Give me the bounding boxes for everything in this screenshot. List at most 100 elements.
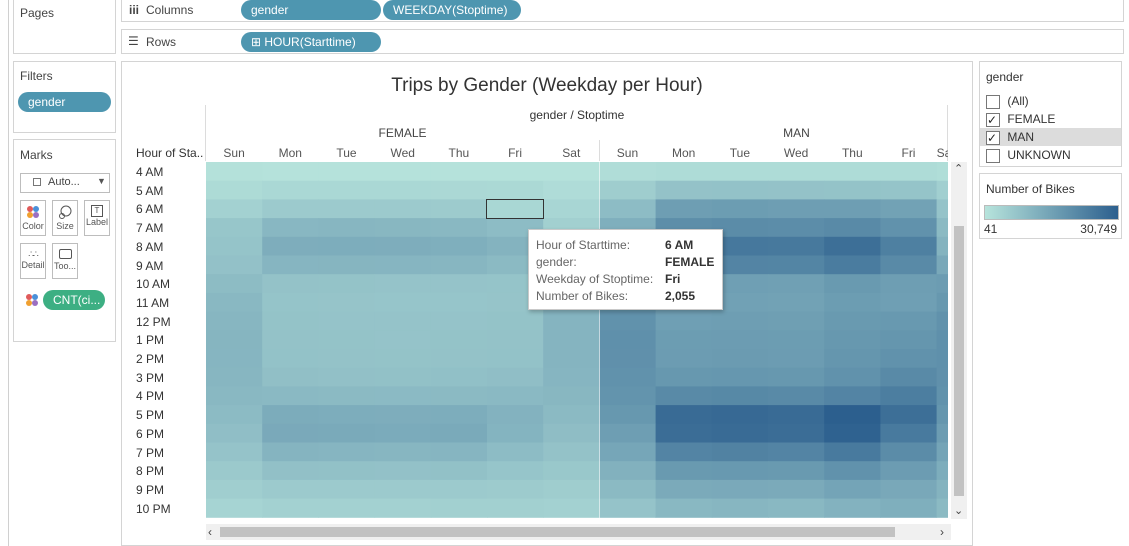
scroll-up-arrow[interactable]: ⌃	[954, 162, 963, 175]
heatmap-cell[interactable]	[430, 442, 488, 462]
heatmap-cell[interactable]	[824, 274, 881, 294]
heatmap-cell[interactable]	[768, 498, 825, 518]
columns-shelf[interactable]: iii Columns gender WEEKDAY(Stoptime)	[121, 0, 1124, 22]
heatmap-cell[interactable]	[374, 218, 432, 238]
heatmap-cell[interactable]	[768, 367, 825, 387]
heatmap-cell[interactable]	[487, 423, 544, 443]
heatmap-cell[interactable]	[936, 199, 948, 219]
vertical-scrollbar[interactable]: ⌃ ⌄	[951, 162, 967, 519]
heatmap-cell[interactable]	[430, 236, 488, 256]
heatmap-cell[interactable]	[880, 311, 938, 331]
heatmap-cell[interactable]	[880, 218, 938, 238]
heatmap-cell[interactable]	[599, 367, 657, 387]
heatmap-cell[interactable]	[824, 218, 881, 238]
heatmap-cell[interactable]	[487, 479, 544, 500]
heatmap-cell[interactable]	[599, 330, 657, 350]
marks-color-button[interactable]: Color	[20, 200, 46, 236]
heatmap-cell[interactable]	[206, 162, 263, 182]
heatmap-cell[interactable]	[374, 442, 432, 462]
heatmap-cell[interactable]	[374, 292, 432, 313]
heatmap-cell[interactable]	[936, 386, 948, 406]
heatmap[interactable]	[206, 162, 948, 519]
heatmap-cell[interactable]	[880, 199, 938, 219]
heatmap-cell[interactable]	[206, 330, 263, 350]
heatmap-cell[interactable]	[599, 311, 657, 331]
heatmap-cell[interactable]	[655, 311, 713, 331]
heatmap-cell[interactable]	[374, 461, 432, 481]
heatmap-cell[interactable]	[711, 180, 769, 200]
heatmap-cell[interactable]	[599, 461, 657, 481]
heatmap-cell[interactable]	[374, 162, 432, 182]
heatmap-cell[interactable]	[655, 386, 713, 406]
heatmap-cell[interactable]	[430, 349, 488, 369]
heatmap-cell[interactable]	[318, 386, 376, 406]
heatmap-cell[interactable]	[655, 162, 713, 182]
heatmap-cell[interactable]	[599, 386, 657, 406]
heatmap-cell[interactable]	[262, 479, 319, 500]
filter-item-all[interactable]: (All)	[980, 92, 1121, 110]
filter-item-unknown[interactable]: UNKNOWN	[980, 146, 1121, 164]
heatmap-cell[interactable]	[936, 236, 948, 256]
heatmap-cell[interactable]	[599, 442, 657, 462]
heatmap-cell[interactable]	[206, 199, 263, 219]
heatmap-cell[interactable]	[206, 498, 263, 518]
heatmap-cell[interactable]	[880, 479, 938, 500]
heatmap-cell[interactable]	[430, 498, 488, 518]
heatmap-cell[interactable]	[206, 405, 263, 425]
heatmap-cell[interactable]	[824, 255, 881, 275]
heatmap-cell[interactable]	[768, 405, 825, 425]
heatmap-cell[interactable]	[824, 442, 881, 462]
heatmap-cell[interactable]	[430, 367, 488, 387]
heatmap-cell[interactable]	[318, 330, 376, 350]
heatmap-cell[interactable]	[824, 349, 881, 369]
heatmap-cell[interactable]	[824, 386, 881, 406]
heatmap-cell[interactable]	[487, 330, 544, 350]
heatmap-cell[interactable]	[318, 479, 376, 500]
heatmap-cell[interactable]	[599, 162, 657, 182]
heatmap-cell[interactable]	[374, 330, 432, 350]
heatmap-cell[interactable]	[655, 498, 713, 518]
heatmap-cell[interactable]	[543, 349, 600, 369]
checkbox[interactable]	[986, 148, 1000, 163]
heatmap-cell[interactable]	[655, 367, 713, 387]
heatmap-cell[interactable]	[543, 423, 600, 443]
heatmap-cell[interactable]	[655, 330, 713, 350]
heatmap-cell[interactable]	[374, 498, 432, 518]
marks-detail-button[interactable]: ∴∴ Detail	[20, 243, 46, 279]
heatmap-cell[interactable]	[318, 162, 376, 182]
heatmap-cell[interactable]	[374, 386, 432, 406]
heatmap-cell[interactable]	[711, 386, 769, 406]
heatmap-cell[interactable]	[824, 292, 881, 313]
heatmap-cell[interactable]	[318, 180, 376, 200]
heatmap-cell[interactable]	[262, 442, 319, 462]
heatmap-cell[interactable]	[880, 498, 938, 518]
heatmap-cell[interactable]	[599, 498, 657, 518]
heatmap-cell[interactable]	[936, 162, 948, 182]
heatmap-cell[interactable]	[768, 330, 825, 350]
heatmap-cell[interactable]	[318, 442, 376, 462]
heatmap-cell[interactable]	[711, 442, 769, 462]
heatmap-cell[interactable]	[711, 330, 769, 350]
heatmap-cell[interactable]	[824, 461, 881, 481]
heatmap-cell[interactable]	[880, 405, 938, 425]
heatmap-cell[interactable]	[374, 367, 432, 387]
heatmap-cell[interactable]	[262, 199, 319, 219]
heatmap-cell[interactable]	[599, 180, 657, 200]
heatmap-cell[interactable]	[206, 311, 263, 331]
heatmap-cell[interactable]	[374, 423, 432, 443]
heatmap-cell[interactable]	[824, 479, 881, 500]
heatmap-cell[interactable]	[206, 180, 263, 200]
heatmap-cell[interactable]	[711, 405, 769, 425]
heatmap-cell[interactable]	[318, 218, 376, 238]
heatmap-cell[interactable]	[430, 386, 488, 406]
heatmap-cell[interactable]	[262, 311, 319, 331]
heatmap-cell[interactable]	[262, 255, 319, 275]
heatmap-cell[interactable]	[430, 274, 488, 294]
heatmap-cell[interactable]	[824, 180, 881, 200]
heatmap-cell[interactable]	[543, 199, 600, 219]
scroll-down-arrow[interactable]: ⌄	[954, 504, 963, 517]
heatmap-cell[interactable]	[318, 461, 376, 481]
heatmap-cell[interactable]	[206, 442, 263, 462]
heatmap-cell[interactable]	[374, 405, 432, 425]
heatmap-cell[interactable]	[711, 162, 769, 182]
